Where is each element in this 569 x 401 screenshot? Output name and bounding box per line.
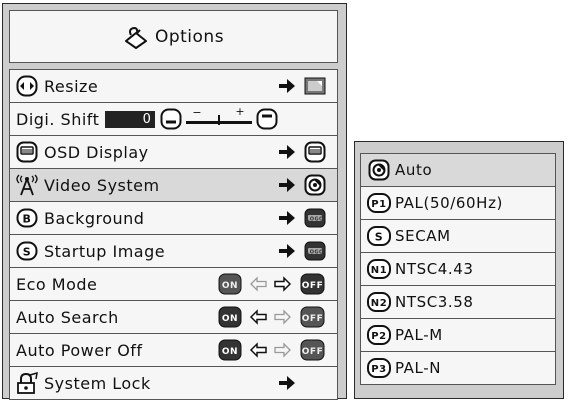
video-system-submenu: Auto P1 PAL(50/60Hz) S SECAM N1 NTSC4.43 [354, 141, 564, 399]
badge-code: P2 [371, 331, 387, 342]
logo-icon [304, 240, 326, 262]
background-b-icon: B [16, 208, 38, 228]
video-system-option-pal-m[interactable]: P2 PAL-M [361, 319, 555, 352]
slider-plus-mark: + [235, 105, 246, 118]
badge-code: S [375, 231, 384, 244]
slider-minus-mark: − [192, 106, 203, 119]
video-system-option-ntsc443[interactable]: N1 NTSC4.43 [361, 253, 555, 286]
menu-item-label: System Lock [44, 373, 151, 393]
auto-search-off-label: OFF [302, 314, 323, 324]
startup-s-icon: S [16, 241, 38, 261]
digi-shift-value: 0 [105, 110, 156, 128]
arrow-right-icon [278, 243, 296, 259]
eco-mode-toggle[interactable]: ON OFF [218, 273, 326, 295]
options-icon [124, 26, 147, 49]
eco-mode-off-label: OFF [302, 281, 323, 291]
arrow-right-icon [278, 177, 296, 193]
badge-code: P1 [371, 199, 387, 210]
p3-badge-icon: P3 [367, 358, 391, 378]
menu-item-label: Digi. Shift [16, 109, 100, 129]
option-label: Auto [395, 161, 433, 179]
logo-icon [304, 207, 326, 229]
menu-item-label: Auto Power Off [16, 340, 143, 360]
eco-mode-on-label: ON [222, 281, 238, 291]
menu-item-background[interactable]: B Background [10, 202, 337, 235]
resize-screen-icon [304, 77, 326, 95]
video-system-option-auto[interactable]: Auto [361, 154, 555, 187]
arrow-right-icon [278, 144, 296, 160]
s-badge-icon: S [367, 226, 391, 246]
auto-power-off-off-label: OFF [302, 347, 323, 357]
option-label: PAL-N [395, 359, 442, 377]
auto-icon [367, 159, 391, 181]
options-menu-title: Options [154, 26, 225, 47]
p2-badge-icon: P2 [367, 325, 391, 345]
menu-item-label: Background [44, 208, 145, 228]
arrow-right-icon [278, 78, 296, 94]
svg-text:S: S [23, 246, 31, 259]
osd-display-icon [304, 141, 326, 163]
video-system-icon [16, 174, 38, 196]
menu-item-digi-shift[interactable]: Digi. Shift 0 − + [10, 103, 337, 136]
option-label: NTSC3.58 [395, 293, 474, 311]
auto-power-off-toggle[interactable]: ON OFF [218, 339, 326, 361]
video-system-option-secam[interactable]: S SECAM [361, 220, 555, 253]
shift-down-icon[interactable] [160, 108, 182, 130]
n1-badge-icon: N1 [367, 259, 391, 279]
auto-icon [304, 174, 326, 196]
p1-badge-icon: P1 [367, 193, 391, 213]
option-label: NTSC4.43 [395, 260, 474, 278]
menu-item-eco-mode[interactable]: Eco Mode ON OFF [10, 268, 337, 301]
badge-code: N1 [371, 265, 388, 276]
arrow-right-icon [278, 210, 296, 226]
badge-code: N2 [371, 298, 388, 309]
arrow-right-icon [278, 375, 296, 391]
menu-item-auto-search[interactable]: Auto Search ON OFF [10, 301, 337, 334]
options-menu-list: Resize Digi. Shift 0 − + OSD Display Vid… [9, 69, 338, 400]
option-label: SECAM [395, 227, 451, 245]
n2-badge-icon: N2 [367, 292, 391, 312]
system-lock-icon [17, 372, 38, 394]
auto-power-off-on-label: ON [222, 347, 238, 357]
menu-item-resize[interactable]: Resize [10, 70, 337, 103]
menu-item-startup-image[interactable]: S Startup Image [10, 235, 337, 268]
menu-item-system-lock[interactable]: System Lock [10, 367, 337, 400]
option-label: PAL-M [395, 326, 443, 344]
digi-shift-slider[interactable]: − + [186, 105, 253, 130]
menu-item-label: Eco Mode [16, 274, 98, 294]
shift-up-icon[interactable] [256, 108, 278, 130]
menu-item-auto-power-off[interactable]: Auto Power Off ON OFF [10, 334, 337, 367]
video-system-list: Auto P1 PAL(50/60Hz) S SECAM N1 NTSC4.43 [360, 153, 556, 385]
options-menu-panel: Options Resize Digi. Shift 0 − + OSD Dis… [2, 3, 347, 400]
video-system-option-ntsc358[interactable]: N2 NTSC3.58 [361, 286, 555, 319]
auto-search-on-label: ON [222, 314, 238, 324]
menu-item-label: OSD Display [44, 142, 149, 162]
menu-item-label: Startup Image [44, 241, 166, 261]
menu-item-video-system[interactable]: Video System [10, 169, 337, 202]
badge-code: P3 [371, 364, 387, 375]
menu-item-osd-display[interactable]: OSD Display [10, 136, 337, 169]
video-system-option-pal-n[interactable]: P3 PAL-N [361, 352, 555, 385]
svg-text:B: B [23, 213, 32, 226]
menu-item-label: Auto Search [16, 307, 119, 327]
menu-item-label: Resize [44, 76, 99, 96]
menu-item-label: Video System [44, 175, 160, 195]
auto-search-toggle[interactable]: ON OFF [218, 306, 326, 328]
options-menu-header: Options [9, 10, 338, 63]
resize-icon [16, 75, 38, 97]
osd-display-icon [16, 141, 38, 163]
option-label: PAL(50/60Hz) [395, 194, 503, 212]
video-system-option-pal[interactable]: P1 PAL(50/60Hz) [361, 187, 555, 220]
